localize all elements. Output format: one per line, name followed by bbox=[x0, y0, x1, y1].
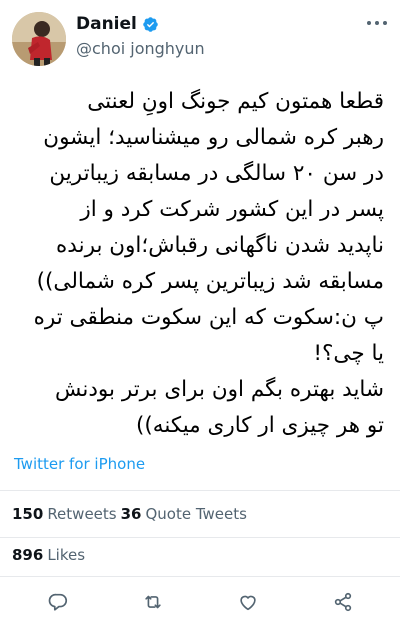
tweet-line: پ ن:سکوت که این سکوت منطقی تره bbox=[33, 305, 384, 330]
share-icon bbox=[334, 592, 351, 612]
tweet-line: یا چی؟! bbox=[313, 341, 384, 366]
divider bbox=[0, 576, 400, 577]
likes-label[interactable]: Likes bbox=[47, 546, 85, 564]
tweet-body: قطعا همتون کیم جونگ اونِ لعنتی رهبر کره … bbox=[12, 84, 384, 444]
tweet-line: تو هر چیزی ار کاری میکنه)) bbox=[136, 413, 384, 438]
avatar-image bbox=[12, 12, 66, 66]
author-name-row[interactable]: Daniel bbox=[76, 14, 159, 34]
tweet-action-bar bbox=[0, 585, 400, 619]
verified-badge-icon bbox=[143, 16, 158, 32]
avatar[interactable] bbox=[12, 12, 66, 66]
likes-count[interactable]: 896 bbox=[12, 546, 43, 564]
tweet-line: شاید بهتره بگم اون برای برتر بودنش bbox=[54, 377, 384, 402]
retweet-button[interactable] bbox=[140, 589, 166, 615]
retweets-count[interactable]: 150 bbox=[12, 505, 43, 523]
reply-button[interactable] bbox=[45, 589, 71, 615]
more-options-icon[interactable] bbox=[364, 14, 390, 32]
divider bbox=[0, 537, 400, 538]
retweet-icon bbox=[144, 595, 161, 609]
tweet-line: قطعا همتون کیم جونگ اونِ لعنتی bbox=[87, 89, 384, 114]
retweets-label[interactable]: Retweets bbox=[47, 505, 116, 523]
divider bbox=[0, 490, 400, 491]
tweet-line: مسابقه شد زیباترین پسر کره شمالی)) bbox=[36, 269, 384, 294]
tweet-source-link[interactable]: Twitter for iPhone bbox=[14, 455, 145, 473]
share-button[interactable] bbox=[330, 589, 356, 615]
likes-stats: 896 Likes bbox=[12, 546, 85, 564]
quote-tweets-count[interactable]: 36 bbox=[121, 505, 142, 523]
tweet-line: در سن ۲۰ سالگی در مسابقه زیباترین bbox=[49, 161, 384, 186]
quote-tweets-label[interactable]: Quote Tweets bbox=[145, 505, 246, 523]
retweet-stats: 150 Retweets 36 Quote Tweets bbox=[12, 505, 247, 523]
like-icon bbox=[239, 595, 256, 611]
tweet-line: ناپدید شدن ناگهانی رقباش؛اون برنده bbox=[56, 233, 384, 258]
tweet-detail-screen: Daniel @choi jonghyun قطعا همتون کیم جون… bbox=[0, 0, 400, 627]
tweet-line: پسر در این کشور شرکت کرد و از bbox=[80, 197, 384, 222]
author-display-name[interactable]: Daniel bbox=[76, 14, 137, 34]
author-handle[interactable]: @choi jonghyun bbox=[76, 39, 205, 58]
like-button[interactable] bbox=[235, 589, 261, 615]
reply-icon bbox=[48, 593, 67, 611]
tweet-line: رهبر کره شمالی رو میشناسید؛ ایشون bbox=[43, 125, 384, 150]
